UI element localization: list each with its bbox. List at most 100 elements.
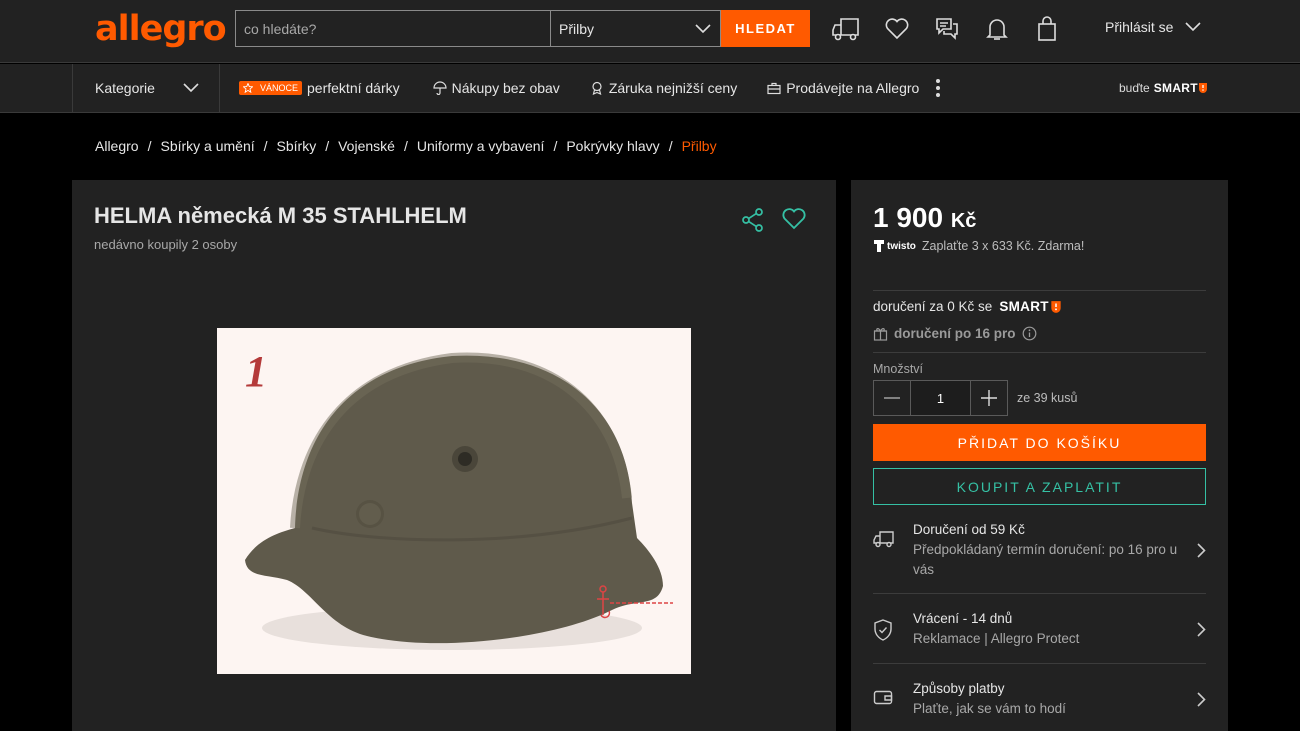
divider <box>873 290 1206 291</box>
twisto-logo: twisto <box>873 239 916 253</box>
twisto-text: Zaplaťte 3 x 633 Kč. Zdarma! <box>921 239 1085 253</box>
categories-label: Kategorie <box>95 80 155 96</box>
breadcrumb-item[interactable]: Sbírky <box>277 138 317 154</box>
returns-info-title: Vrácení - 14 dnů <box>913 611 1013 626</box>
product-subtitle: nedávno koupily 2 osoby <box>94 237 238 252</box>
minus-icon <box>884 397 900 399</box>
smart-promo-prefix: buďte <box>1119 81 1150 95</box>
product-image[interactable]: 1 <box>217 328 691 674</box>
star-icon <box>243 83 253 93</box>
breadcrumb-item[interactable]: Pokrývky hlavy <box>566 138 659 154</box>
payment-info-desc: Plaťte, jak se vám to hodí <box>913 701 1066 716</box>
christmas-badge-label: VÁNOCE <box>260 83 299 93</box>
share-icon[interactable] <box>740 207 766 238</box>
smart-word: SMART <box>999 299 1049 314</box>
chat-icon[interactable] <box>932 14 962 44</box>
search-category-label: Přilby <box>559 20 595 37</box>
chevron-right-icon <box>1178 679 1206 719</box>
bag-icon[interactable] <box>1032 14 1062 44</box>
truck-icon <box>873 520 913 580</box>
heart-icon[interactable] <box>781 207 807 236</box>
christmas-badge: VÁNOCE <box>239 81 303 95</box>
nav-link-sell-label: Prodávejte na Allegro <box>786 80 920 96</box>
delivery-estimate-text: doručení po 16 pro <box>894 326 1016 341</box>
chevron-down-icon <box>695 23 711 33</box>
chevron-down-icon <box>183 83 199 93</box>
umbrella-icon <box>433 81 447 95</box>
delivery-estimate: doručení po 16 pro <box>873 326 1037 341</box>
image-number: 1 <box>245 347 267 396</box>
payment-info-row[interactable]: Způsoby platby Plaťte, jak se vám to hod… <box>873 679 1206 719</box>
stock-note: ze 39 kusů <box>1017 391 1078 405</box>
delivery-info-title: Doručení od 59 Kč <box>913 522 1025 537</box>
chevron-right-icon <box>1178 609 1206 649</box>
smart-promo[interactable]: buďte SMART <box>1119 81 1208 95</box>
smart-badge-icon <box>1051 300 1061 313</box>
product-panel: HELMA německá M 35 STAHLHELM nedávno kou… <box>72 180 836 731</box>
truck-icon[interactable] <box>831 14 861 44</box>
nav-link-safe-shopping[interactable]: Nákupy bez obav <box>433 80 560 96</box>
decrease-button[interactable] <box>873 380 911 416</box>
breadcrumb-current[interactable]: Přilby <box>682 138 717 154</box>
payment-info-title: Způsoby platby <box>913 681 1005 696</box>
categories-button[interactable]: Kategorie <box>72 64 220 112</box>
search-bar: Přilby HLEDAT <box>235 10 810 47</box>
more-menu-button[interactable] <box>935 78 946 98</box>
delivery-info-desc: Předpokládaný termín doručení: po 16 pro… <box>913 542 1178 577</box>
price-number: 1 900 <box>873 202 944 233</box>
nav-bar: Kategorie VÁNOCE perfektní dárky Nákupy … <box>0 64 1300 113</box>
wallet-icon <box>873 679 913 719</box>
price-currency: Kč <box>950 210 977 232</box>
award-icon <box>592 81 602 95</box>
info-icon[interactable] <box>1022 326 1037 341</box>
bell-icon[interactable] <box>982 14 1012 44</box>
quantity-input[interactable]: 1 <box>911 380 970 416</box>
delivery-info-row[interactable]: Doručení od 59 Kč Předpokládaný termín d… <box>873 520 1206 580</box>
nav-link-lowest-price-label: Záruka nejnižší ceny <box>608 80 738 96</box>
smart-promo-word: SMART <box>1153 81 1198 95</box>
breadcrumb-item[interactable]: Sbírky a umění <box>160 138 254 154</box>
plus-icon <box>981 390 997 406</box>
nav-link-safe-shopping-label: Nákupy bez obav <box>451 80 560 96</box>
breadcrumb-item[interactable]: Uniformy a vybavení <box>417 138 545 154</box>
divider <box>873 593 1206 594</box>
price: 1 900 Kč <box>873 202 976 234</box>
gift-icon <box>873 328 888 341</box>
nav-link-gifts[interactable]: VÁNOCE perfektní dárky <box>239 80 400 96</box>
purchase-panel: 1 900 Kč twisto Zaplaťte 3 x 633 Kč. Zda… <box>851 180 1228 731</box>
breadcrumb-item[interactable]: Allegro <box>95 138 139 154</box>
smart-delivery-text: doručení za 0 Kč se <box>873 299 993 314</box>
returns-info-row[interactable]: Vrácení - 14 dnů Reklamace | Allegro Pro… <box>873 609 1206 649</box>
nav-link-sell[interactable]: Prodávejte na Allegro <box>767 80 919 96</box>
login-menu[interactable]: Přihlásit se <box>1105 19 1202 35</box>
shield-icon <box>873 609 913 649</box>
smart-badge-icon <box>1198 83 1207 93</box>
smart-delivery[interactable]: doručení za 0 Kč se SMART <box>873 299 1062 314</box>
quantity-label: Množství <box>873 362 924 376</box>
buy-now-button[interactable]: KOUPIT A ZAPLATIT <box>873 468 1206 505</box>
allegro-logo[interactable]: allegro <box>95 9 227 49</box>
increase-button[interactable] <box>970 380 1008 416</box>
twisto-logo-label: twisto <box>887 240 916 252</box>
search-button[interactable]: HLEDAT <box>721 10 810 47</box>
nav-links: VÁNOCE perfektní dárky Nákupy bez obav Z… <box>239 64 976 112</box>
returns-info-desc: Reklamace | Allegro Protect <box>913 631 1080 646</box>
chevron-right-icon <box>1178 520 1206 580</box>
search-input[interactable] <box>235 10 550 47</box>
briefcase-icon <box>767 82 781 94</box>
product-title: HELMA německá M 35 STAHLHELM <box>94 203 467 228</box>
divider <box>873 663 1206 664</box>
nav-link-gifts-label: perfektní dárky <box>307 80 400 96</box>
divider <box>873 352 1206 353</box>
add-to-cart-button[interactable]: PŘIDAT DO KOŠÍKU <box>873 424 1206 461</box>
twisto-icon <box>874 240 884 252</box>
nav-link-lowest-price[interactable]: Záruka nejnižší ceny <box>590 80 737 96</box>
top-bar: allegro Přilby HLEDAT Přihlásit se <box>0 0 1300 63</box>
twisto-offer[interactable]: twisto Zaplaťte 3 x 633 Kč. Zdarma! <box>873 239 1084 253</box>
heart-icon[interactable] <box>882 14 912 44</box>
chevron-down-icon <box>1185 22 1202 32</box>
login-label: Přihlásit se <box>1105 19 1174 35</box>
breadcrumb: Allegro / Sbírky a umění / Sbírky / Vojensk… <box>95 138 717 154</box>
search-category-select[interactable]: Přilby <box>550 10 721 47</box>
breadcrumb-item[interactable]: Vojenské <box>338 138 395 154</box>
